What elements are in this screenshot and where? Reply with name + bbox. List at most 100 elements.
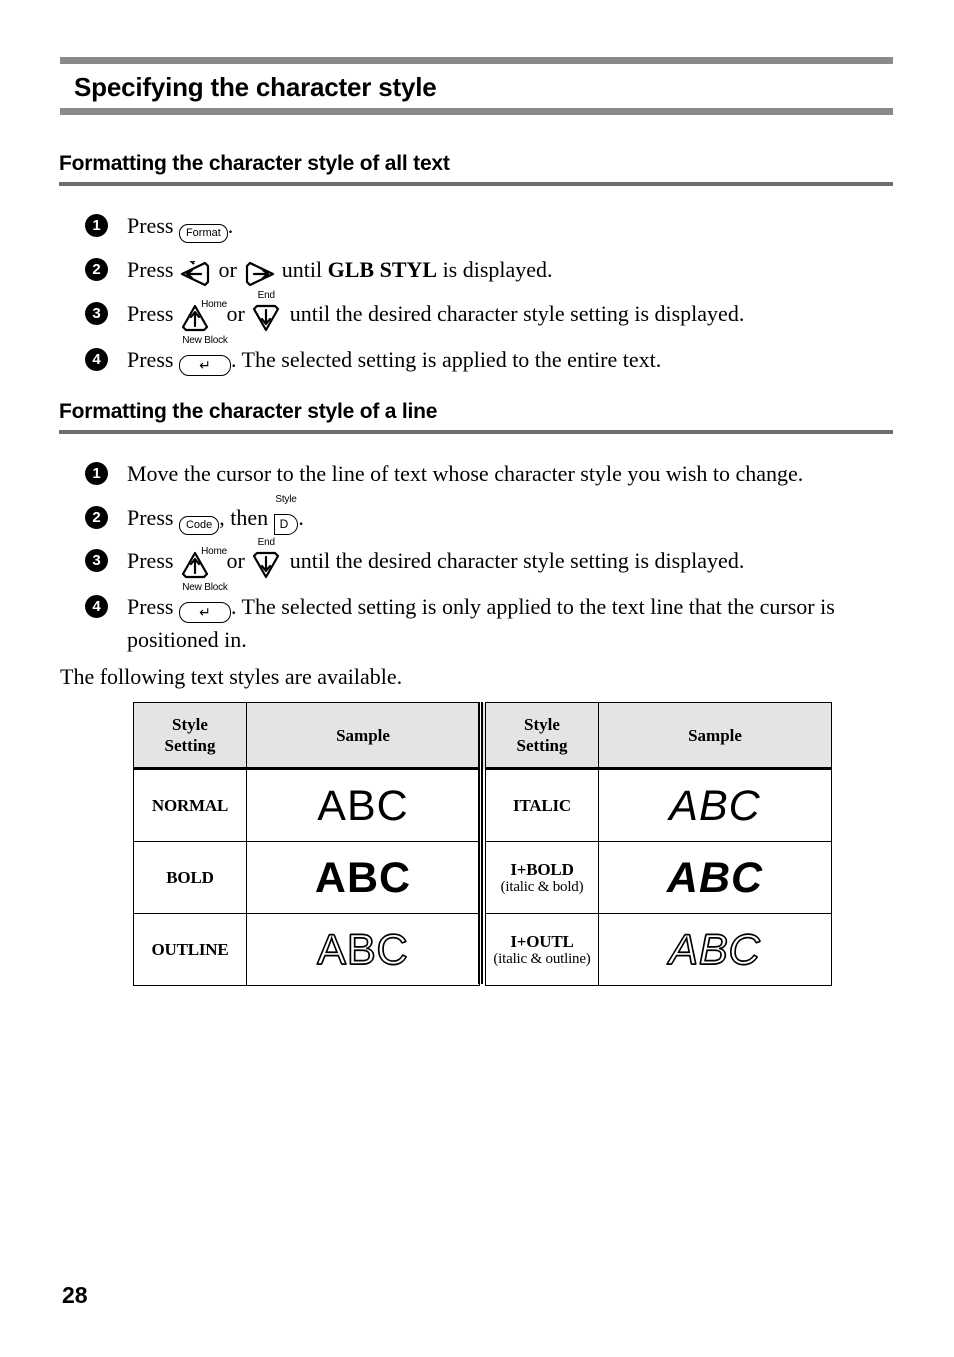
- key-sublabel: End: [257, 537, 275, 548]
- step-text-after: . The selected setting is applied to the…: [230, 347, 662, 372]
- header-line1: Style: [524, 715, 560, 734]
- sample-text: ABC: [317, 925, 409, 974]
- down-arrow-end-key-icon[interactable]: End: [250, 537, 284, 579]
- step-text-after: .: [227, 213, 234, 238]
- step-text-end: is displayed.: [437, 257, 553, 282]
- cell-sample-normal: ABC: [246, 768, 480, 842]
- cell-setting-ibold: I+BOLD (italic & bold): [485, 841, 599, 914]
- d-style-key-icon[interactable]: D Style: [273, 494, 299, 536]
- section-heading-all-text: Formatting the character style of all te…: [59, 152, 450, 175]
- chapter-title-rule-top: [60, 57, 893, 64]
- page-title: Specifying the character style: [74, 72, 437, 102]
- step-text: Move the cursor to the line of text whos…: [127, 461, 804, 486]
- sample-text: ABC: [669, 781, 761, 830]
- step-text-before: Press: [127, 213, 179, 238]
- key-sublabel: Home: [201, 546, 227, 557]
- header-line2: Setting: [164, 736, 216, 755]
- step-text: Press Home or End until the desired char…: [127, 537, 900, 579]
- step-number-badge: 2: [85, 258, 108, 281]
- cell-sample-italic: ABC: [598, 768, 832, 842]
- step-number-badge: 1: [85, 214, 108, 237]
- header-style-setting-left: Style Setting: [133, 702, 247, 770]
- cell-setting-bold: BOLD: [133, 841, 247, 914]
- step-item: 2 Press or until GLB STYL is displayed.: [85, 255, 900, 288]
- cell-setting-outline: OUTLINE: [133, 913, 247, 986]
- setting-name: I+OUTL: [510, 931, 574, 951]
- step-item: 2 Press Code, then D Style.: [85, 494, 900, 536]
- cell-setting-italic: ITALIC: [485, 768, 599, 842]
- step-number-badge: 4: [85, 348, 108, 371]
- step-item: 1 Move the cursor to the line of text wh…: [85, 459, 900, 489]
- step-number-badge: 1: [85, 462, 108, 485]
- enter-key-glyph: ↵: [178, 355, 231, 376]
- d-key-cap: D: [273, 514, 299, 535]
- setting-description: (italic & bold): [500, 878, 584, 895]
- down-arrow-end-key-icon[interactable]: End: [250, 290, 284, 332]
- key-sublabel: New Block: [182, 335, 228, 346]
- header-line2: Setting: [516, 736, 568, 755]
- cell-sample-bold: ABC: [246, 841, 480, 914]
- table-center-divider: [478, 702, 483, 984]
- right-arrow-key-icon[interactable]: [242, 258, 276, 288]
- step-item: 4 Press ↵ New Block. The selected setting…: [85, 335, 900, 378]
- header-line1: Style: [172, 715, 208, 734]
- step-text-before: Press: [127, 301, 179, 326]
- step-text-after: until the desired character style settin…: [284, 548, 745, 573]
- enter-new-block-key-icon[interactable]: ↵ New Block: [178, 582, 231, 625]
- intro-paragraph: The following text styles are available.: [60, 664, 403, 689]
- step-text-after: . The selected setting is only applied t…: [127, 594, 835, 652]
- step-item: 3 Press Home or End until the desired ch…: [85, 290, 900, 332]
- step-text: Press or until GLB STYL is displayed.: [127, 255, 900, 288]
- chapter-title-rule-bottom: [60, 108, 893, 115]
- key-sublabel: Style: [275, 494, 297, 505]
- step-number-badge: 4: [85, 595, 108, 618]
- step-text-before: Press: [127, 347, 179, 372]
- setting-description: (italic & outline): [493, 950, 591, 967]
- document-page: Specifying the character style Formattin…: [0, 0, 954, 1357]
- step-text-before: Press: [127, 548, 179, 573]
- section-heading-a-line: Formatting the character style of a line: [59, 400, 438, 423]
- step-text-before: Press: [127, 505, 179, 530]
- format-key-icon[interactable]: Format: [178, 214, 228, 244]
- step-text-before: Press: [127, 257, 179, 282]
- code-key-icon[interactable]: Code: [178, 506, 220, 536]
- sample-text: ABC: [314, 853, 412, 902]
- sample-text: ABC: [666, 853, 764, 902]
- sample-text: ABC: [317, 781, 409, 830]
- sample-text: ABC: [669, 925, 761, 974]
- page-number: 28: [62, 1282, 88, 1308]
- section-rule-all-text: [59, 182, 893, 186]
- step-text: Press ↵ New Block. The selected setting i…: [127, 335, 900, 378]
- left-arrow-key-icon[interactable]: [179, 255, 213, 288]
- cell-sample-outline: ABC: [246, 913, 480, 986]
- cell-setting-normal: NORMAL: [133, 768, 247, 842]
- step-bold-term: GLB STYL: [327, 257, 438, 282]
- step-number-badge: 3: [85, 302, 108, 325]
- header-sample-right: Sample: [598, 702, 832, 770]
- cell-setting-ioutl: I+OUTL (italic & outline): [485, 913, 599, 986]
- step-text: Press Format.: [127, 211, 900, 244]
- enter-new-block-key-icon[interactable]: ↵ New Block: [178, 335, 231, 378]
- step-item: 3 Press Home or End until the desired ch…: [85, 537, 900, 579]
- step-text-before: Press: [127, 594, 179, 619]
- header-sample-left: Sample: [246, 702, 480, 770]
- step-text: Press Home or End until the desired char…: [127, 290, 900, 332]
- step-keys-joiner: or: [212, 257, 243, 282]
- enter-key-glyph: ↵: [178, 602, 231, 623]
- step-text-after: .: [298, 505, 304, 530]
- step-text: Press ↵ New Block. The selected setting i…: [127, 582, 900, 655]
- step-item: 1 Press Format.: [85, 211, 900, 244]
- step-number-badge: 3: [85, 549, 108, 572]
- step-item: 4 Press ↵ New Block. The selected setting…: [85, 582, 900, 655]
- up-arrow-home-key-icon[interactable]: Home: [179, 299, 227, 332]
- cell-sample-ioutl: ABC: [598, 913, 832, 986]
- section-rule-a-line: [59, 430, 893, 434]
- step-number-badge: 2: [85, 506, 108, 529]
- step-text-after: until the desired character style settin…: [284, 301, 745, 326]
- cell-sample-ibold: ABC: [598, 841, 832, 914]
- key-sublabel: New Block: [182, 582, 228, 593]
- step-keys-joiner: , then: [219, 505, 274, 530]
- up-arrow-home-key-icon[interactable]: Home: [179, 546, 227, 579]
- step-text-after: until: [276, 257, 328, 282]
- header-style-setting-right: Style Setting: [485, 702, 599, 770]
